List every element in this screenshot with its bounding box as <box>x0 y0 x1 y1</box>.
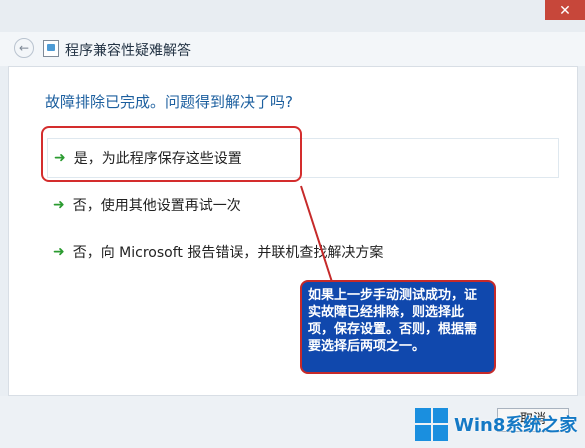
window-title: 程序兼容性疑难解答 <box>65 43 191 59</box>
watermark-text: Win8系统之家 <box>454 415 578 436</box>
windows-logo-icon <box>415 407 448 441</box>
back-arrow-icon[interactable]: ← <box>14 38 34 58</box>
annotation-pointer-line <box>300 185 333 283</box>
annotation-highlight-box <box>41 126 302 182</box>
close-button[interactable]: ✕ <box>545 0 585 20</box>
green-arrow-icon: ➜ <box>53 244 65 260</box>
green-arrow-icon: ➜ <box>53 197 65 213</box>
option-label: 否，使用其他设置再试一次 <box>72 198 241 214</box>
navigation-bar: ← 程序兼容性疑难解答 <box>0 32 585 66</box>
title-bar: ✕ <box>0 0 585 32</box>
annotation-callout: 如果上一步手动测试成功，证实故障已经排除，则选择此项，保存设置。否则，根据需要选… <box>300 280 496 374</box>
troubleshooter-icon <box>43 40 59 57</box>
result-question: 故障排除已完成。问题得到解决了吗? <box>45 93 293 111</box>
option-label: 否，向 Microsoft 报告错误，并联机查找解决方案 <box>72 245 384 261</box>
site-watermark: Win8系统之家 <box>415 405 583 443</box>
